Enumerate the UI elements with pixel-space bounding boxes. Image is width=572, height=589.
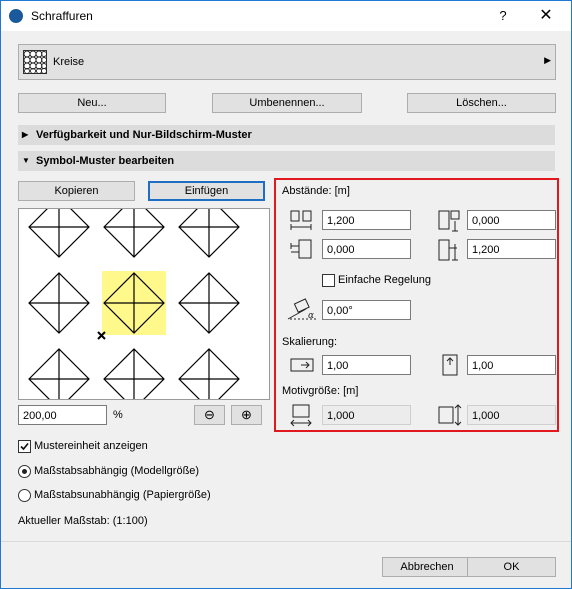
motif-size-title: Motivgröße: [m] [282,385,359,397]
svg-text:α: α [308,311,314,321]
motif-height-field: 1,000 [467,405,556,425]
pattern-preview[interactable] [18,208,270,400]
window-title: Schraffuren [31,9,93,23]
angle-icon: α [287,298,316,321]
simple-settings-label: Einfache Regelung [338,274,431,286]
motif-height-icon [438,404,462,426]
vertical-spacing-icon [438,210,460,232]
new-button[interactable]: Neu... [18,93,166,113]
spacing-title: Abstände: [m] [282,185,350,197]
check-icon [20,442,29,451]
horizontal-spacing-icon [290,210,312,230]
expand-arrow-icon: ▶ [22,130,29,139]
pattern-name: Kreise [53,56,85,68]
vertical-offset-input[interactable]: 1,200 [467,239,556,259]
motif-row-1 [28,209,240,258]
hatch-dialog: Schraffuren ? ✕ Kreise ▶ Neu... Umbenenn… [0,0,572,589]
show-unit-label: Mustereinheit anzeigen [34,440,148,452]
ok-button[interactable]: OK [467,557,556,577]
origin-cross-icon [97,331,106,340]
scale-independent-radio[interactable] [18,489,31,502]
motif-row-3 [28,348,240,399]
vertical-spacing-input[interactable]: 0,000 [467,210,556,230]
zoom-in-icon[interactable]: ⊕ [231,405,262,425]
paste-button[interactable]: Einfügen [148,181,265,201]
delete-button[interactable]: Löschen... [407,93,556,113]
scale-dependent-label: Maßstabsabhängig (Modellgröße) [34,465,200,477]
motif-width-icon [290,404,312,427]
copy-button[interactable]: Kopieren [18,181,135,201]
vertical-scale-icon [442,354,458,376]
motif-row-2 [28,272,240,334]
cancel-button[interactable]: Abbrechen [382,557,472,577]
section-availability[interactable]: ▶ Verfügbarkeit und Nur-Bildschirm-Muste… [18,125,555,145]
close-button[interactable]: ✕ [531,6,561,26]
pattern-selector[interactable]: Kreise ▶ [18,44,556,80]
section-edit-symbol-label: Symbol-Muster bearbeiten [36,155,175,167]
zoom-unit: % [113,409,123,421]
footer-divider [1,541,571,542]
section-edit-symbol[interactable]: ▼ Symbol-Muster bearbeiten [18,151,555,171]
radio-selected-dot [22,469,27,474]
simple-settings-checkbox[interactable] [322,274,335,287]
app-icon [9,9,23,23]
scale-independent-label: Maßstabsunabhängig (Papiergröße) [34,489,211,501]
vertical-offset-icon [438,239,458,261]
horizontal-offset-icon [290,239,312,259]
title-bar: Schraffuren ? ✕ [1,1,571,31]
angle-input[interactable]: 0,00° [322,300,411,320]
scale-dependent-radio[interactable] [18,465,31,478]
scaling-title: Skalierung: [282,336,338,348]
show-unit-checkbox[interactable] [18,440,31,453]
collapse-arrow-icon: ▼ [22,156,30,165]
pattern-preview-canvas [28,209,240,399]
vertical-scale-input[interactable]: 1,00 [467,355,556,375]
rename-button[interactable]: Umbenennen... [212,93,362,113]
horizontal-scale-input[interactable]: 1,00 [322,355,411,375]
current-scale-text: Aktueller Maßstab: (1:100) [18,515,148,527]
horizontal-offset-input[interactable]: 0,000 [322,239,411,259]
selector-arrow-icon: ▶ [544,55,551,65]
zoom-input[interactable]: 200,00 [18,405,107,425]
help-button[interactable]: ? [491,6,515,26]
section-availability-label: Verfügbarkeit und Nur-Bildschirm-Muster [36,129,252,141]
horizontal-spacing-input[interactable]: 1,200 [322,210,411,230]
pattern-grid-icon [23,50,47,74]
zoom-out-icon[interactable]: ⊖ [194,405,225,425]
motif-width-field: 1,000 [322,405,411,425]
horizontal-scale-icon [290,358,314,372]
